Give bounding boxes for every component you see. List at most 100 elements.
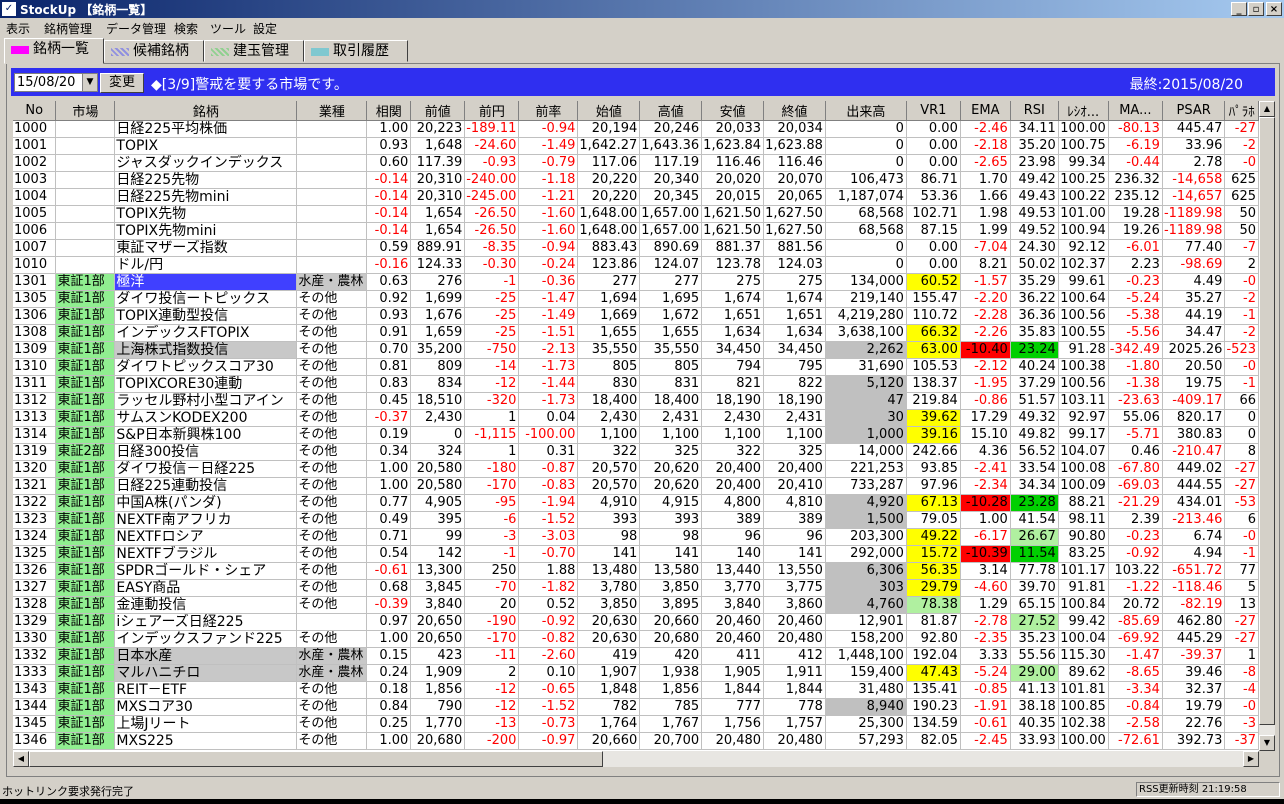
- column-header[interactable]: 前値: [410, 101, 466, 121]
- maximize-button[interactable]: ▫: [1248, 2, 1264, 16]
- tab-stock-list[interactable]: 銘柄一覧: [4, 38, 104, 64]
- column-header[interactable]: 前率: [518, 101, 579, 121]
- column-header[interactable]: 始値: [577, 101, 641, 121]
- close-button[interactable]: ×: [1266, 2, 1282, 16]
- table-row[interactable]: 1308 東証1部 インデックスFTOPIX その他 0.91 1,659 -25 -1.51…: [13, 324, 1259, 342]
- scroll-down-icon[interactable]: ▼: [1259, 735, 1275, 751]
- table-row[interactable]: 1010 ドル/円 -0.16 124.33 -0.30 -0.24 123.86 124.0…: [13, 256, 1259, 274]
- menu-settings[interactable]: 設定: [253, 20, 277, 37]
- table-row[interactable]: 1320 東証1部 ダイワ投信－日経225 その他 1.00 20,580 -180 -0.8…: [13, 460, 1259, 478]
- table-row[interactable]: 1324 東証1部 NEXTFロシア その他 0.71 99 -3 -3.03 98 98 96 96…: [13, 528, 1259, 546]
- table-row[interactable]: 1332 東証1部 日本水産 水産・農林 0.15 423 -11 -2.60 419 420 41…: [13, 647, 1259, 665]
- table-row[interactable]: 1314 東証1部 S&P日本新興株100 その他 0.19 0 -1,115 -100.00…: [13, 426, 1259, 444]
- table-row[interactable]: 1344 東証1部 MXSコア30 その他 0.84 790 -12 -1.52 782 785 7…: [13, 698, 1259, 716]
- column-header[interactable]: EMA: [960, 101, 1011, 121]
- table-cell: 2,431: [639, 409, 703, 427]
- table-row[interactable]: 1313 東証1部 サムスンKODEX200 その他 -0.37 2,430 1 0.04 2,…: [13, 409, 1259, 427]
- table-row[interactable]: 1321 東証1部 日経225連動投信 その他 1.00 20,580 -170 -0.83 2…: [13, 477, 1259, 495]
- table-row[interactable]: 1310 東証1部 ダイワトピックスコア30 その他 0.81 809 -14 -1.73 80…: [13, 358, 1259, 376]
- table-cell: 1,756: [701, 715, 765, 733]
- change-button[interactable]: 変更: [100, 73, 144, 93]
- table-row[interactable]: 1346 東証1部 MXS225 その他 1.00 20,680 -200 -0.97 20,6…: [13, 732, 1259, 750]
- table-cell: 39.70: [1010, 579, 1059, 597]
- tab-candidates[interactable]: 候補銘柄: [104, 40, 204, 62]
- column-header[interactable]: 高値: [639, 101, 703, 121]
- table-row[interactable]: 1311 東証1部 TOPIXCORE30連動 その他 0.83 834 -12 -1.44 8…: [13, 375, 1259, 393]
- table-cell: 30: [825, 409, 907, 427]
- table-row[interactable]: 1305 東証1部 ダイワ投信ートピックス その他 0.92 1,699 -25 -1.47 1…: [13, 290, 1259, 308]
- menu-search[interactable]: 検索: [174, 20, 198, 37]
- table-cell: 東証マザーズ指数: [114, 239, 298, 257]
- table-row[interactable]: 1325 東証1部 NEXTFブラジル その他 0.54 142 -1 -0.70 141 141…: [13, 545, 1259, 563]
- table-row[interactable]: 1328 東証1部 金連動投信 その他 -0.39 3,840 20 0.52 3,850 3,8…: [13, 596, 1259, 614]
- vertical-scroll-thumb[interactable]: [1259, 117, 1275, 725]
- table-cell: 77.40: [1162, 239, 1226, 257]
- column-header[interactable]: MA...: [1108, 101, 1163, 121]
- table-row[interactable]: 1323 東証1部 NEXTF南アフリカ その他 0.49 395 -6 -1.52 393 39…: [13, 511, 1259, 529]
- scroll-left-icon[interactable]: ◀: [13, 751, 29, 767]
- table-cell: 4.49: [1162, 273, 1226, 291]
- minimize-button[interactable]: _: [1231, 2, 1247, 16]
- tab-positions[interactable]: 建玉管理: [204, 40, 304, 62]
- table-row[interactable]: 1005 TOPIX先物 -0.14 1,654 -26.50 -1.60 1,648.00…: [13, 205, 1259, 223]
- table-cell: 0.70: [366, 341, 412, 359]
- column-header[interactable]: 銘柄: [114, 101, 298, 121]
- column-header[interactable]: ﾚｼｵ...: [1058, 101, 1109, 121]
- horizontal-scroll-thumb[interactable]: [29, 751, 603, 767]
- chevron-down-icon[interactable]: ▼: [82, 74, 97, 91]
- table-cell: -82.19: [1162, 596, 1226, 614]
- table-cell: 795: [763, 358, 826, 376]
- table-cell: -2.12: [960, 358, 1011, 376]
- table-row[interactable]: 1343 東証1部 REIT－ETF その他 0.18 1,856 -12 -0.65 1,84…: [13, 681, 1259, 699]
- table-cell: 1,100: [763, 426, 826, 444]
- table-row[interactable]: 1301 東証1部 極洋 水産・農林 0.63 276 -1 -0.36 277 277 275 27…: [13, 273, 1259, 291]
- column-header[interactable]: 前円: [464, 101, 520, 121]
- column-header[interactable]: 終値: [763, 101, 826, 121]
- table-row[interactable]: 1312 東証1部 ラッセル野村小型コアイン その他 0.45 18,510 -320 -1.…: [13, 392, 1259, 410]
- table-row[interactable]: 1001 TOPIX 0.93 1,648 -24.60 -1.49 1,642.27 1,6…: [13, 137, 1259, 155]
- table-row[interactable]: 1004 日経225先物mini -0.14 20,310 -245.00 -1.21 20…: [13, 188, 1259, 206]
- column-header[interactable]: ﾊﾟﾗﾎ: [1224, 101, 1259, 121]
- table-cell: 11.54: [1010, 545, 1059, 563]
- table-row[interactable]: 1003 日経225先物 -0.14 20,310 -240.00 -1.18 20,220…: [13, 171, 1259, 189]
- table-row[interactable]: 1002 ジャスダックインデックス 0.60 117.39 -0.93 -0.79 117.…: [13, 154, 1259, 172]
- table-row[interactable]: 1306 東証1部 TOPIX連動型投信 その他 0.93 1,676 -25 -1.49 1,…: [13, 307, 1259, 325]
- table-row[interactable]: 1330 東証1部 インデックスファンド225 その他 1.00 20,650 -170 -0…: [13, 630, 1259, 648]
- table-row[interactable]: 1000 日経225平均株価 1.00 20,223 -189.11 -0.94 20,19…: [13, 120, 1259, 138]
- column-header[interactable]: VR1: [906, 101, 961, 121]
- table-row[interactable]: 1329 東証1部 iシェアーズ日経225 0.97 20,650 -190 -0.92 20…: [13, 613, 1259, 631]
- column-header[interactable]: 安値: [701, 101, 765, 121]
- column-header[interactable]: 相関: [366, 101, 412, 121]
- column-header[interactable]: RSI: [1010, 101, 1059, 121]
- tab-history[interactable]: 取引履歴: [304, 40, 408, 62]
- column-header[interactable]: 出来高: [825, 101, 907, 121]
- vertical-scrollbar[interactable]: ▲ ▼: [1259, 101, 1275, 751]
- table-row[interactable]: 1326 東証1部 SPDRゴールド・シェア その他 -0.61 13,300 250 1.8…: [13, 562, 1259, 580]
- menu-tools[interactable]: ツール: [210, 20, 246, 37]
- main-panel: 15/08/20 ▼ 変更 ◆[3/9]警戒を要する市場です。 最終:2015/…: [6, 63, 1280, 777]
- date-select[interactable]: 15/08/20 ▼: [14, 73, 98, 92]
- column-header[interactable]: 業種: [296, 101, 368, 121]
- table-row[interactable]: 1006 TOPIX先物mini -0.14 1,654 -26.50 -1.60 1,64…: [13, 222, 1259, 240]
- table-row[interactable]: 1007 東証マザーズ指数 0.59 889.91 -8.35 -0.94 883.43 89…: [13, 239, 1259, 257]
- column-header[interactable]: PSAR: [1162, 101, 1226, 121]
- menu-stock-manage[interactable]: 銘柄管理: [44, 20, 92, 37]
- stock-grid[interactable]: No 市場 銘柄 業種 相関 前値 前円 前率 始値 高値 安値 終値 出来高 VR1 EMA RSI ﾚｼｵ.…: [13, 101, 1259, 751]
- menu-data-manage[interactable]: データ管理: [106, 20, 166, 37]
- table-row[interactable]: 1319 東証2部 日経300投信 その他 0.34 324 1 0.31 322 325 322 3…: [13, 443, 1259, 461]
- table-row[interactable]: 1333 東証1部 マルハニチロ 水産・農林 0.24 1,909 2 0.10 1,907 1,…: [13, 664, 1259, 682]
- table-cell: 1,657.00: [639, 205, 703, 223]
- table-row[interactable]: 1345 東証1部 上場Jリート その他 0.25 1,770 -13 -0.73 1,764 1…: [13, 715, 1259, 733]
- table-cell: 39.46: [1162, 664, 1226, 682]
- table-row[interactable]: 1327 東証1部 EASY商品 その他 0.68 3,845 -70 -1.82 3,780 3…: [13, 579, 1259, 597]
- scroll-up-icon[interactable]: ▲: [1259, 101, 1275, 117]
- table-cell: 36.22: [1010, 290, 1059, 308]
- column-header[interactable]: No: [13, 101, 57, 121]
- scroll-right-icon[interactable]: ▶: [1243, 751, 1259, 767]
- table-cell: -25: [464, 307, 520, 325]
- horizontal-scrollbar[interactable]: ◀ ▶: [13, 751, 1259, 767]
- table-row[interactable]: 1322 東証1部 中国A株(パンダ) その他 0.77 4,905 -95 -1.94 4,9…: [13, 494, 1259, 512]
- column-header[interactable]: 市場: [55, 101, 116, 121]
- table-row[interactable]: 1309 東証1部 上海株式指数投信 その他 0.70 35,200 -750 -2.13 35…: [13, 341, 1259, 359]
- menu-view[interactable]: 表示: [6, 20, 30, 37]
